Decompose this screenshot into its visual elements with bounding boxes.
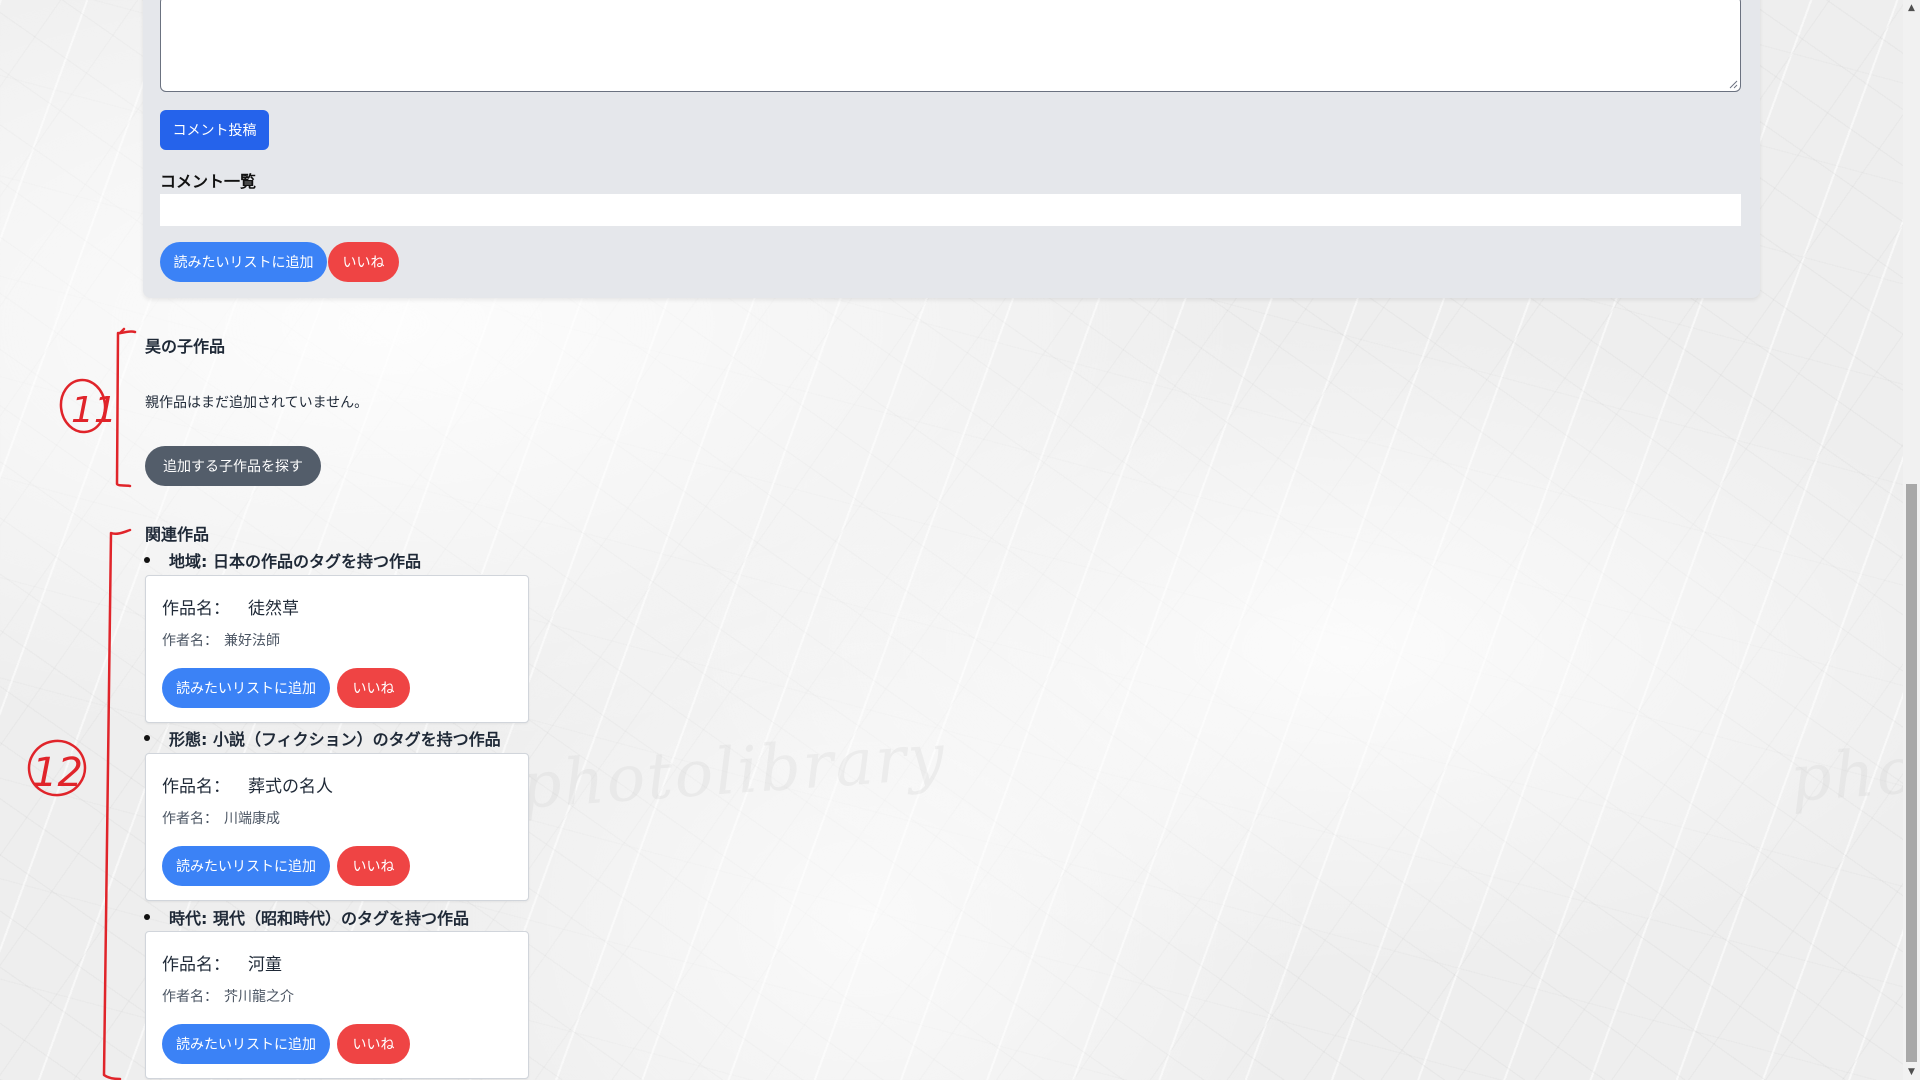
annotation-label-12: 12 xyxy=(32,750,83,796)
annotation-overlay: 11 12 xyxy=(27,327,137,1080)
annotation-label-11: 11 xyxy=(71,390,117,431)
scroll-down-arrow-icon[interactable]: ▼ xyxy=(1906,1066,1917,1078)
bracket-12 xyxy=(102,528,132,1080)
scroll-up-arrow-icon[interactable]: ▲ xyxy=(1906,2,1917,14)
bracket-11 xyxy=(115,330,137,488)
scrollbar-thumb[interactable] xyxy=(1906,484,1917,1062)
page: { "comment_form": { "post_button": "コメント… xyxy=(0,0,1920,1080)
